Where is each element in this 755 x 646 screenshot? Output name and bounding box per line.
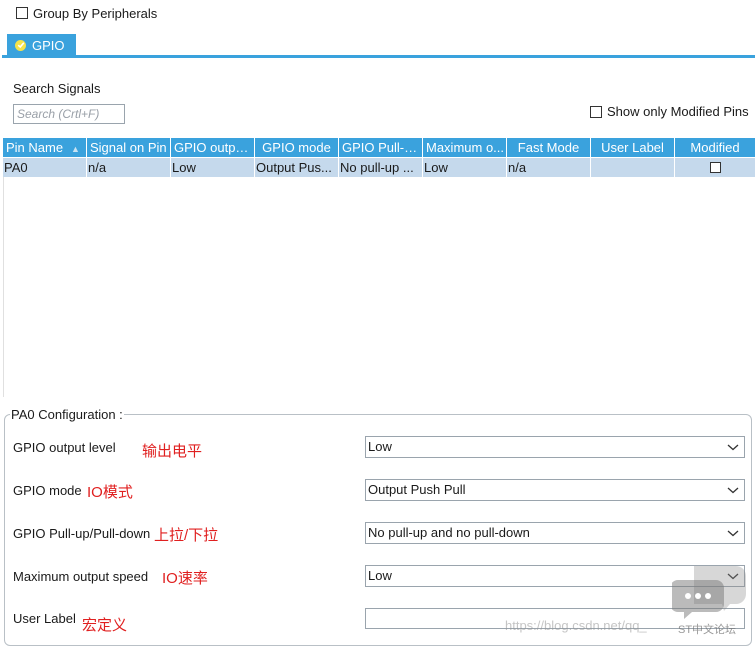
cell-gpio-mode: Output Pus...	[255, 158, 339, 177]
column-header-gpio-pull[interactable]: GPIO Pull-u...	[339, 138, 423, 157]
column-header-gpio-output[interactable]: GPIO output...	[171, 138, 255, 157]
search-label: Search Signals	[13, 81, 101, 96]
show-modified-toggle[interactable]: Show only Modified Pins	[590, 104, 749, 119]
chevron-down-icon	[727, 487, 739, 494]
field-label-max-speed: Maximum output speed	[13, 569, 149, 584]
column-header-pin-name[interactable]: Pin Name ▲	[3, 138, 87, 157]
tab-gpio[interactable]: GPIO	[7, 34, 76, 56]
tab-underline	[2, 55, 755, 58]
cell-fast-mode: n/a	[507, 158, 591, 177]
table-header: Pin Name ▲ Signal on Pin GPIO output... …	[3, 138, 755, 157]
chevron-down-icon	[727, 444, 739, 451]
show-modified-checkbox[interactable]	[590, 105, 602, 118]
watermark-brand: ST中文论坛	[678, 624, 737, 636]
cell-pull: No pull-up ...	[339, 158, 423, 177]
config-title: PA0 Configuration :	[10, 407, 124, 422]
output-level-select[interactable]: Low	[365, 436, 745, 458]
gpio-mode-value: Output Push Pull	[368, 482, 466, 497]
column-header-user-label[interactable]: User Label	[591, 138, 675, 157]
tab-gpio-label: GPIO	[32, 37, 65, 53]
column-header-max-output[interactable]: Maximum o...	[423, 138, 507, 157]
table-row[interactable]: PA0 n/a Low Output Pus... No pull-up ...…	[3, 158, 755, 177]
group-by-peripherals-checkbox[interactable]	[16, 7, 28, 19]
check-circle-icon	[15, 39, 26, 51]
pull-value: No pull-up and no pull-down	[368, 525, 530, 540]
annotation-user-label: 宏定义	[82, 617, 128, 634]
watermark-url: https://blog.csdn.net/qq_	[505, 618, 647, 633]
cell-signal: n/a	[87, 158, 171, 177]
column-header-modified[interactable]: Modified	[675, 138, 755, 157]
output-level-value: Low	[368, 439, 392, 454]
cell-output-level: Low	[171, 158, 255, 177]
field-label-gpio-mode: GPIO mode	[13, 483, 82, 498]
table-left-border	[3, 177, 4, 397]
column-header-fast-mode[interactable]: Fast Mode	[507, 138, 591, 157]
group-by-peripherals-toggle[interactable]: Group By Peripherals	[16, 5, 157, 21]
cell-user-label	[591, 158, 675, 177]
show-modified-label: Show only Modified Pins	[607, 104, 749, 119]
gpio-mode-select[interactable]: Output Push Pull	[365, 479, 745, 501]
field-label-user-label: User Label	[13, 611, 76, 626]
column-header-gpio-mode[interactable]: GPIO mode	[255, 138, 339, 157]
annotation-output-level: 输出电平	[142, 443, 203, 460]
modified-checkbox[interactable]	[710, 162, 721, 173]
chevron-down-icon	[727, 530, 739, 537]
cell-max-speed: Low	[423, 158, 507, 177]
chat-bubble-logo-icon	[672, 566, 746, 619]
max-speed-value: Low	[368, 568, 392, 583]
column-header-signal-on-pin[interactable]: Signal on Pin	[87, 138, 171, 157]
sort-icon[interactable]: ▲	[71, 140, 80, 157]
field-label-pull: GPIO Pull-up/Pull-down	[13, 526, 151, 541]
pull-select[interactable]: No pull-up and no pull-down	[365, 522, 745, 544]
search-input[interactable]	[13, 104, 125, 124]
annotation-max-speed: IO速率	[162, 570, 208, 587]
cell-pin-name: PA0	[3, 158, 87, 177]
annotation-pull: 上拉/下拉	[154, 527, 219, 544]
field-label-output-level: GPIO output level	[13, 440, 116, 455]
cell-modified	[675, 158, 755, 177]
annotation-gpio-mode: IO模式	[87, 484, 133, 501]
group-by-peripherals-label: Group By Peripherals	[33, 5, 158, 21]
